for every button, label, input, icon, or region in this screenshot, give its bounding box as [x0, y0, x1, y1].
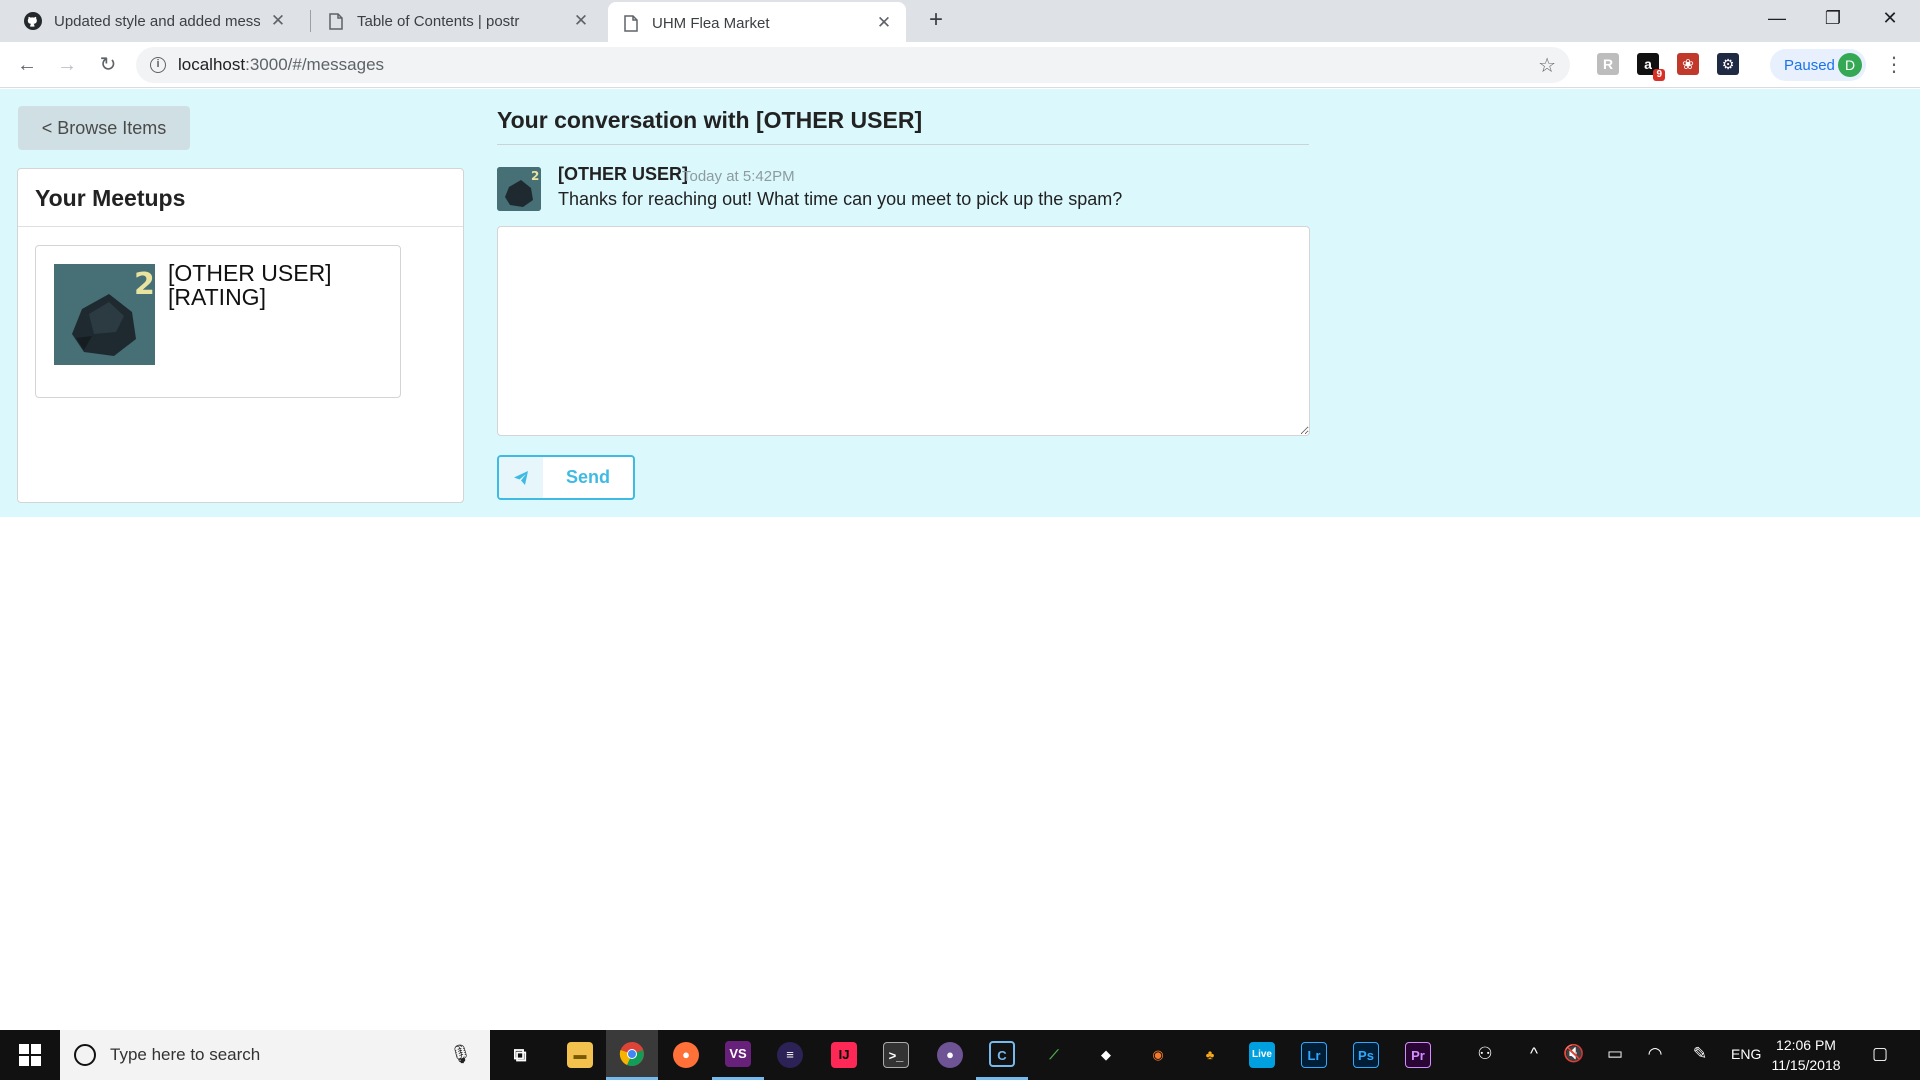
close-icon[interactable]: ✕	[876, 13, 892, 33]
task-view-icon[interactable]: ⧉	[494, 1030, 546, 1080]
reload-icon[interactable]: ↻	[93, 50, 123, 80]
message-text: Thanks for reaching out! What time can y…	[558, 189, 1123, 209]
extension-paw-icon[interactable]: ❀	[1677, 53, 1699, 75]
forward-arrow-icon[interactable]: →	[52, 50, 82, 80]
browser-toolbar: ← → ↻ i localhost:3000/#/messages ☆ R a9…	[0, 42, 1920, 88]
message-author[interactable]: [OTHER USER]	[558, 164, 688, 185]
page-icon	[327, 12, 345, 30]
visual-studio-icon[interactable]: VS	[712, 1030, 764, 1080]
pen-app-icon[interactable]: ⟋	[1028, 1030, 1080, 1080]
pen-workspace-icon[interactable]: ✎	[1688, 1044, 1712, 1064]
code-editor-icon[interactable]: C	[976, 1030, 1028, 1080]
meetups-card: Your Meetups 2 [OTHER USER] [RATING]	[17, 168, 464, 503]
cortana-icon	[74, 1044, 96, 1066]
message-timestamp: Today at 5:42PM	[682, 168, 795, 185]
blender-icon[interactable]: ◉	[1132, 1030, 1184, 1080]
svg-text:2: 2	[531, 169, 539, 183]
taskbar-search-input[interactable]: Type here to search 🎙	[60, 1030, 490, 1080]
chrome-icon[interactable]	[606, 1030, 658, 1080]
back-arrow-icon[interactable]: ←	[12, 50, 42, 80]
close-icon[interactable]: ✕	[573, 11, 589, 31]
volume-mute-icon[interactable]: 🔇	[1562, 1044, 1586, 1064]
restore-icon[interactable]: ❐	[1805, 0, 1861, 36]
lightroom-icon[interactable]: Lr	[1288, 1030, 1340, 1080]
notifications-icon[interactable]: ▢	[1868, 1044, 1892, 1064]
avatar: 2	[497, 167, 541, 211]
meetup-user-name: [OTHER USER]	[168, 260, 332, 286]
page-icon	[622, 14, 640, 32]
file-explorer-icon[interactable]: ▬	[554, 1030, 606, 1080]
window-close-icon[interactable]: ✕	[1862, 0, 1918, 36]
github-icon	[24, 12, 42, 30]
people-icon[interactable]: ⚇	[1473, 1044, 1497, 1064]
microphone-icon[interactable]: 🎙	[449, 1044, 472, 1065]
clock-date: 11/15/2018	[1771, 1057, 1841, 1073]
send-label: Send	[565, 467, 610, 487]
extension-badge: 9	[1653, 69, 1665, 81]
meetup-user-rating: [RATING]	[168, 284, 266, 310]
info-icon[interactable]: i	[150, 57, 166, 73]
github-desktop-icon[interactable]: ●	[924, 1030, 976, 1080]
paper-plane-icon	[499, 457, 543, 498]
taskbar-search-placeholder: Type here to search	[110, 1045, 261, 1064]
profile-chip[interactable]: Paused D	[1770, 49, 1866, 81]
extension-r-icon[interactable]: R	[1597, 53, 1619, 75]
unity-icon[interactable]: ◆	[1080, 1030, 1132, 1080]
address-bar[interactable]: i localhost:3000/#/messages ☆	[136, 47, 1570, 83]
url-host: localhost	[178, 55, 246, 74]
fl-studio-icon[interactable]: ♣	[1184, 1030, 1236, 1080]
bookmark-star-icon[interactable]: ☆	[1538, 53, 1556, 78]
tab-divider	[310, 10, 311, 32]
tab-title: UHM Flea Market	[652, 14, 770, 32]
tab-github[interactable]: Updated style and added messag ✕	[10, 0, 300, 42]
battery-icon[interactable]: ▭	[1603, 1044, 1627, 1064]
meetup-user-image: 2	[54, 264, 155, 365]
ableton-live-icon[interactable]: Live	[1236, 1030, 1288, 1080]
message-item: 2 [OTHER USER] Today at 5:42PM Thanks fo…	[497, 164, 1309, 212]
windows-start-icon[interactable]	[0, 1030, 60, 1080]
browser-tab-bar: Updated style and added messag ✕ Table o…	[0, 0, 1920, 44]
new-tab-button[interactable]: +	[922, 6, 950, 34]
meetups-title: Your Meetups	[18, 169, 463, 227]
browse-items-button[interactable]: < Browse Items	[18, 106, 190, 150]
tab-uhm-flea-market[interactable]: UHM Flea Market ✕	[608, 2, 906, 44]
profile-avatar: D	[1838, 53, 1862, 77]
tab-title: Updated style and added messag	[54, 12, 260, 30]
profile-status: Paused	[1784, 56, 1835, 74]
intellij-icon[interactable]: IJ	[818, 1030, 870, 1080]
photoshop-icon[interactable]: Ps	[1340, 1030, 1392, 1080]
tab-title: Table of Contents | postr	[357, 12, 520, 30]
amazon-extension-icon[interactable]: a9	[1637, 53, 1665, 81]
taskbar-clock[interactable]: 12:06 PM 11/15/2018	[1766, 1035, 1846, 1075]
firefox-icon[interactable]: ●	[660, 1030, 712, 1080]
eclipse-icon[interactable]: ≡	[764, 1030, 816, 1080]
tab-table-of-contents[interactable]: Table of Contents | postr ✕	[313, 0, 603, 42]
svg-text:2: 2	[134, 267, 155, 302]
language-indicator[interactable]: ENG	[1731, 1046, 1761, 1062]
conversation-title: Your conversation with [OTHER USER]	[497, 103, 1309, 145]
url-path: :3000/#/messages	[245, 55, 385, 74]
close-icon[interactable]: ✕	[270, 11, 286, 31]
meetup-item[interactable]: 2 [OTHER USER] [RATING]	[35, 245, 401, 398]
terminal-icon[interactable]: >_	[870, 1030, 922, 1080]
premiere-icon[interactable]: Pr	[1392, 1030, 1444, 1080]
chevron-up-icon[interactable]: ^	[1522, 1044, 1546, 1064]
page-content: < Browse Items Your Meetups 2 [OTHER USE…	[0, 89, 1920, 517]
minimize-icon[interactable]: —	[1749, 0, 1805, 36]
clock-time: 12:06 PM	[1776, 1037, 1836, 1053]
extension-tool-icon[interactable]: ⚙	[1717, 53, 1739, 75]
reply-textarea[interactable]	[497, 226, 1310, 436]
send-button[interactable]: Send	[497, 455, 635, 500]
more-menu-icon[interactable]: ⋮	[1884, 52, 1904, 78]
windows-taskbar: Type here to search 🎙 ⧉ ▬ ● VS ≡ IJ >_ ●…	[0, 1030, 1920, 1080]
wifi-icon[interactable]: ◠	[1643, 1044, 1667, 1064]
